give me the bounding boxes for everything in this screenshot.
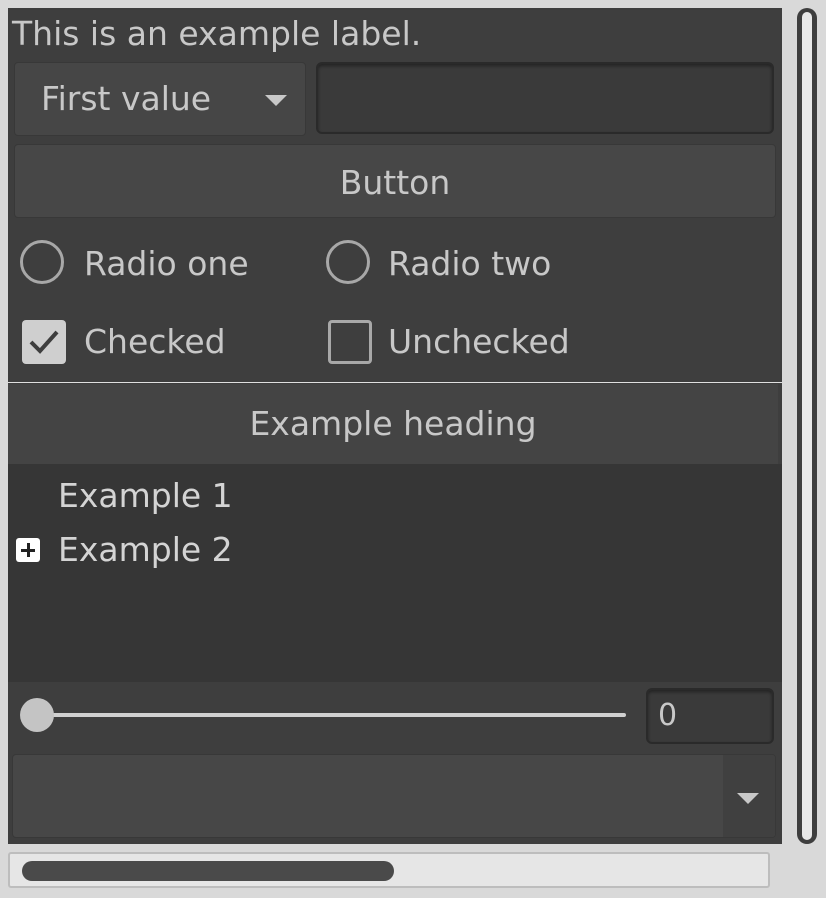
expand-plus-icon[interactable] [16,538,40,562]
slider-track[interactable] [36,713,626,717]
heading-label: Example heading [249,404,537,443]
tree-view[interactable]: Example 1 Example 2 [8,464,782,682]
checkmark-icon [29,330,59,354]
dropdown-select[interactable] [12,754,776,838]
radio-one[interactable] [20,240,64,284]
unchecked-checkbox[interactable] [328,320,372,364]
vertical-scrollbar-thumb[interactable] [800,10,814,842]
button-label: Button [339,163,451,202]
vertical-scrollbar[interactable] [790,4,824,850]
example-button[interactable]: Button [14,144,776,218]
horizontal-scrollbar-thumb[interactable] [22,861,394,881]
widget-panel: This is an example label. First value Bu… [8,8,782,844]
section-divider [8,382,782,383]
tree-item-example-2[interactable]: Example 2 [58,530,233,569]
dropdown-toggle[interactable] [723,755,775,837]
tree-item-example-1[interactable]: Example 1 [58,476,233,515]
column-heading[interactable]: Example heading [8,384,778,464]
radio-two-label[interactable]: Radio two [388,244,551,283]
combo-selected-value: First value [41,79,212,118]
radio-one-label[interactable]: Radio one [84,244,249,283]
slider-value: 0 [658,698,678,733]
slider-handle[interactable] [20,698,54,732]
checked-checkbox[interactable] [22,320,66,364]
chevron-down-icon [265,95,287,106]
value-combo[interactable]: First value [14,62,306,136]
example-label: This is an example label. [12,14,422,53]
checked-checkbox-label[interactable]: Checked [84,322,226,361]
text-entry[interactable] [316,62,774,134]
chevron-down-icon [737,793,759,804]
radio-two[interactable] [326,240,370,284]
slider-value-field[interactable]: 0 [646,688,774,744]
horizontal-scrollbar[interactable] [8,852,770,888]
unchecked-checkbox-label[interactable]: Unchecked [388,322,570,361]
